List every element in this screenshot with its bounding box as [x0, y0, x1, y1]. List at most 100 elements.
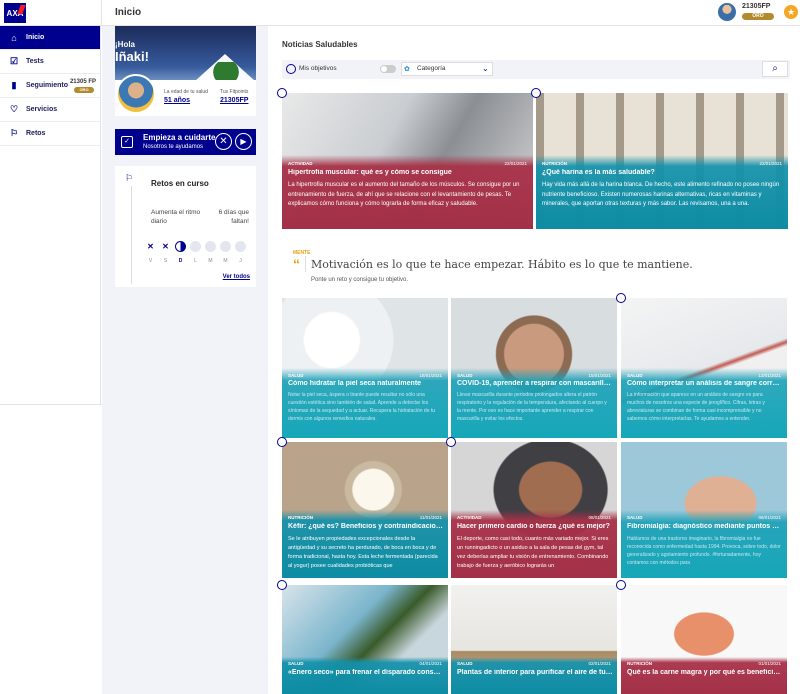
- goals-toggle[interactable]: [380, 65, 396, 73]
- quote-subtitle: Ponte un reto y consigue tu objetivo.: [311, 277, 409, 283]
- sidebar-item-label: Tests: [26, 58, 44, 65]
- day-current: [175, 241, 186, 252]
- start-care-banner[interactable]: ✓ Empieza a cuidarte Nosotros te ayudamo…: [115, 129, 256, 155]
- article-card[interactable]: NUTRICIÓN 11/01/2021 Kéfir: ¿qué es? Ben…: [282, 442, 448, 578]
- article-title: Kéfir: ¿qué es? Beneficios y contraindic…: [288, 523, 444, 530]
- day-label: S: [163, 258, 168, 264]
- day-pending: [205, 241, 216, 252]
- article-card[interactable]: SALUD 04/01/2021 «Enero seco» para frena…: [282, 585, 448, 694]
- flag-icon: ⚐: [125, 173, 134, 183]
- article-category: SALUD: [288, 373, 304, 378]
- article-category: SALUD: [288, 661, 304, 666]
- goals-checkbox[interactable]: [286, 64, 296, 74]
- article-card[interactable]: NUTRICIÓN 22/01/2021 ¿Qué harina es la m…: [536, 93, 788, 229]
- checklist-icon: ✓: [121, 136, 133, 148]
- page-title: Inicio: [115, 7, 142, 18]
- profile-avatar[interactable]: [116, 74, 156, 114]
- bookmark-icon[interactable]: [277, 88, 287, 98]
- article-date: 18/01/2021: [419, 373, 442, 378]
- category-label: Categoría: [417, 65, 446, 72]
- day-label: M: [223, 258, 228, 264]
- fitpoints-link[interactable]: 21305FP: [220, 97, 248, 104]
- sidebar: ⌂ Inicio ☑ Tests ▮ Seguimiento 21305 FP …: [0, 26, 101, 404]
- article-date: 01/01/2021: [758, 661, 781, 666]
- article-date: 04/01/2021: [419, 661, 442, 666]
- article-card[interactable]: SALUD 13/01/2021 Cómo interpretar un aná…: [621, 298, 787, 438]
- user-avatar[interactable]: [718, 3, 736, 21]
- quote-icon: “: [293, 256, 300, 272]
- day-missed: ✕: [162, 242, 169, 251]
- article-card[interactable]: NUTRICIÓN 01/01/2021 Qué es la carne mag…: [621, 585, 787, 694]
- health-age-link[interactable]: 51 años: [164, 97, 190, 104]
- article-title: ¿Qué harina es la más saludable?: [542, 169, 655, 176]
- article-category: SALUD: [457, 373, 473, 378]
- article-date: 11/01/2021: [419, 515, 442, 520]
- day-label: D: [178, 258, 183, 264]
- article-date: 13/01/2021: [758, 373, 781, 378]
- article-card[interactable]: ACTIVIDAD 22/01/2021 Hipertrofia muscula…: [282, 93, 533, 229]
- top-bar: AXA Inicio 21305FP ORO ★: [0, 0, 800, 26]
- fitpoints-badge: 21305 FP: [69, 79, 96, 85]
- article-title: Hacer primero cardio o fuerza ¿qué es me…: [457, 523, 610, 530]
- bookmark-icon[interactable]: [531, 88, 541, 98]
- day-label: L: [194, 258, 197, 264]
- article-excerpt: Se le atribuyen propiedades excepcionale…: [288, 536, 438, 569]
- bookmark-icon[interactable]: [277, 580, 287, 590]
- day-label: J: [239, 258, 242, 264]
- close-button[interactable]: ✕: [215, 133, 232, 150]
- search-button[interactable]: ⌕: [762, 61, 788, 77]
- bookmark-icon[interactable]: [277, 437, 287, 447]
- article-card[interactable]: SALUD 06/01/2021 Fibromialgia: diagnósti…: [621, 442, 787, 578]
- fitpoints-total: 21305FP: [742, 3, 771, 10]
- sidebar-item-seguimiento[interactable]: ▮ Seguimiento 21305 FP ORO: [0, 74, 100, 98]
- chevron-down-icon[interactable]: ⌄: [482, 64, 489, 73]
- checklist-icon: ☑: [9, 56, 19, 66]
- article-category: ACTIVIDAD: [288, 161, 313, 166]
- article-excerpt: La hipertrofia muscular es el aumento de…: [288, 182, 520, 207]
- day-progress: ✕ ✕: [145, 241, 246, 252]
- article-card[interactable]: SALUD 15/01/2021 COVID-19, aprender a re…: [451, 298, 617, 438]
- see-all-link[interactable]: Ver todos: [223, 274, 250, 280]
- article-category: SALUD: [457, 661, 473, 666]
- article-title: Cómo interpretar un análisis de sangre c…: [627, 380, 783, 387]
- article-card[interactable]: SALUD 02/01/2021 Plantas de interior par…: [451, 585, 617, 694]
- sidebar-item-retos[interactable]: ⚐ Retos: [0, 122, 100, 146]
- sidebar-item-label: Seguimiento: [26, 82, 69, 89]
- sidebar-item-inicio[interactable]: ⌂ Inicio: [0, 26, 100, 50]
- article-excerpt: Hay vida más allá de la harina blanca. D…: [542, 182, 780, 207]
- bookmark-icon[interactable]: [446, 437, 456, 447]
- day-label: V: [148, 258, 153, 264]
- flag-icon: ⚐: [9, 128, 19, 138]
- day-pending: [220, 241, 231, 252]
- star-icon[interactable]: ★: [784, 5, 798, 19]
- bookmark-icon[interactable]: [616, 293, 626, 303]
- heart-icon: ♡: [9, 104, 19, 114]
- sidebar-item-servicios[interactable]: ♡ Servicios: [0, 98, 100, 122]
- day-labels: V S D L M M J: [145, 258, 246, 264]
- sidebar-item-label: Retos: [26, 130, 46, 137]
- challenges-card: ⚐ Retos en curso Aumenta el ritmo diario…: [115, 166, 256, 287]
- level-badge: ORO: [742, 13, 774, 20]
- cta-subtitle: Nosotros te ayudamos: [143, 144, 204, 150]
- article-card[interactable]: ACTIVIDAD 08/01/2021 Hacer primero cardi…: [451, 442, 617, 578]
- timeline-line: [131, 186, 132, 284]
- sidebar-item-label: Inicio: [26, 34, 45, 41]
- day-label: M: [208, 258, 213, 264]
- day-pending: [190, 241, 201, 252]
- article-category: NUTRICIÓN: [627, 661, 652, 666]
- category-select[interactable]: [401, 62, 493, 76]
- play-button[interactable]: ▶: [235, 133, 252, 150]
- article-title: Hipertrofia muscular: qué es y cómo se c…: [288, 169, 452, 176]
- article-date: 22/01/2021: [759, 161, 782, 166]
- home-icon: ⌂: [11, 32, 17, 43]
- article-category: NUTRICIÓN: [288, 515, 313, 520]
- article-title: «Enero seco» para frenar el disparado co…: [288, 669, 444, 676]
- axa-logo[interactable]: AXA: [4, 3, 26, 23]
- greeting: ¡Hola: [115, 40, 135, 49]
- day-pending: [235, 241, 246, 252]
- article-card[interactable]: SALUD 18/01/2021 Cómo hidratar la piel s…: [282, 298, 448, 438]
- bookmark-icon[interactable]: [616, 580, 626, 590]
- goals-filter-label: Mis objetivos: [299, 65, 337, 72]
- article-excerpt: Hablamos de una trastorno imaginario, la…: [627, 536, 781, 566]
- sidebar-item-tests[interactable]: ☑ Tests: [0, 50, 100, 74]
